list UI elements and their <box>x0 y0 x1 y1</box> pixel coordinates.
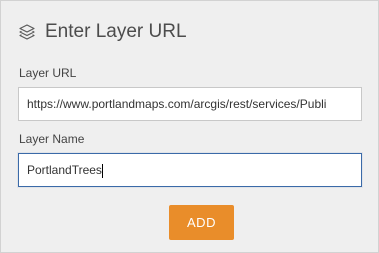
layer-name-input[interactable]: PortlandTrees <box>18 153 362 187</box>
layers-icon <box>18 23 36 41</box>
enter-layer-url-panel: Enter Layer URL Layer URL https://www.po… <box>0 0 379 253</box>
layer-name-value: PortlandTrees <box>27 163 102 177</box>
panel-title: Enter Layer URL <box>45 21 187 42</box>
layer-url-input[interactable]: https://www.portlandmaps.com/arcgis/rest… <box>18 87 362 121</box>
layer-name-label: Layer Name <box>19 132 85 146</box>
layer-url-value: https://www.portlandmaps.com/arcgis/rest… <box>27 97 327 111</box>
add-button[interactable]: ADD <box>169 205 234 240</box>
layer-url-label: Layer URL <box>19 66 77 80</box>
panel-header: Enter Layer URL <box>18 18 187 46</box>
text-caret <box>101 163 103 178</box>
